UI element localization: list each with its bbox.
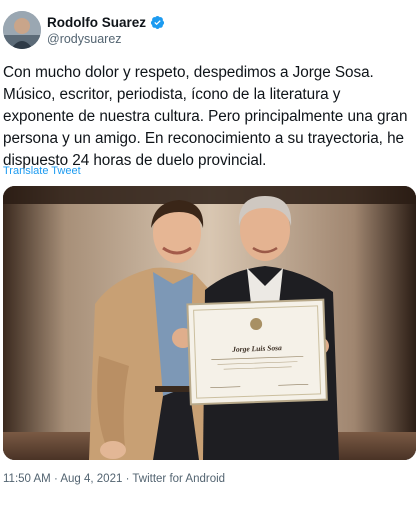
tweet-text: Con mucho dolor y respeto, despedimos a …	[3, 64, 408, 169]
translate-tweet-link[interactable]: Translate Tweet	[3, 165, 81, 177]
meta-separator: ·	[50, 473, 61, 485]
tweet-meta: 11:50 AM · Aug 4, 2021 · Twitter for And…	[3, 473, 225, 485]
tweet-photo[interactable]: Jorge Luis Sosa	[3, 186, 416, 460]
tweet-source: Twitter for Android	[132, 473, 226, 485]
tweet-header: Rodolfo Suarez @rodysuarez	[3, 11, 413, 51]
author-name[interactable]: Rodolfo Suarez	[47, 15, 146, 30]
tweet-time[interactable]: 11:50 AM	[3, 473, 51, 485]
meta-separator-2: ·	[122, 473, 133, 485]
tweet-date[interactable]: Aug 4, 2021	[60, 473, 122, 485]
avatar[interactable]	[3, 11, 41, 49]
certificate-name: Jorge Luis Sosa	[231, 343, 282, 354]
verified-badge-icon	[150, 15, 165, 30]
author-handle[interactable]: @rodysuarez	[47, 32, 122, 46]
